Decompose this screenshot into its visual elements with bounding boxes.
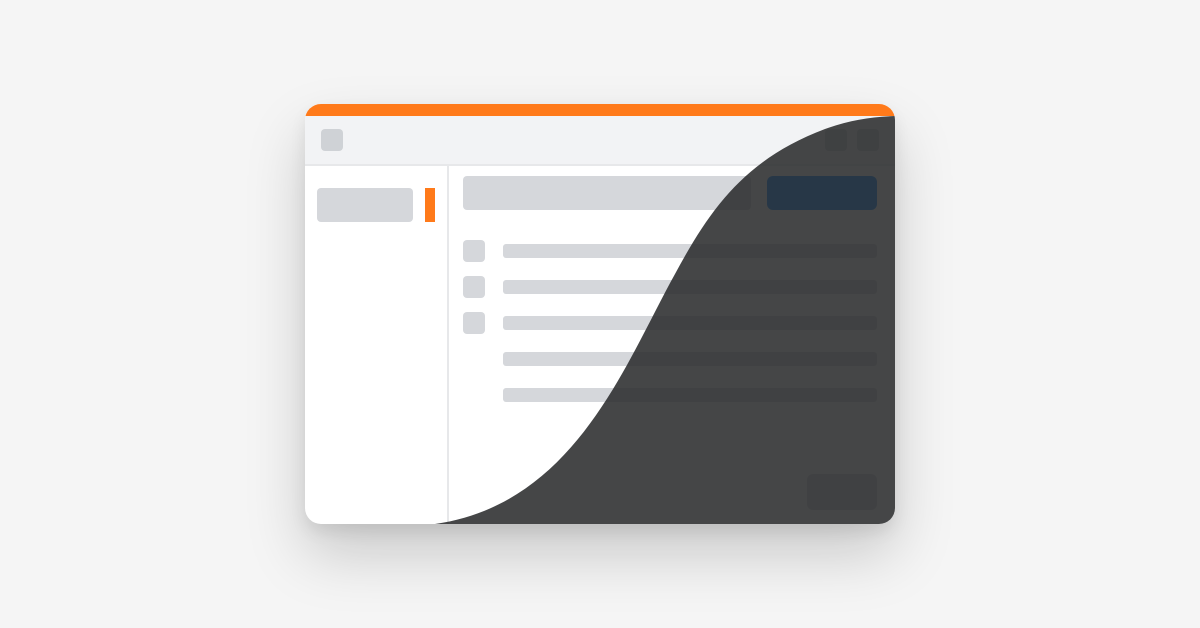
footer-button[interactable] <box>807 474 877 510</box>
list-item-text <box>503 352 877 366</box>
content-area <box>463 176 877 510</box>
sidebar-active-indicator <box>425 188 435 222</box>
list <box>463 240 877 406</box>
titlebar-action-icon[interactable] <box>825 129 847 151</box>
checkbox-icon[interactable] <box>463 240 485 262</box>
list-item-text <box>503 316 877 330</box>
list-item-text <box>503 244 877 258</box>
list-item-text <box>503 388 877 402</box>
window-accent-bar <box>305 104 895 116</box>
titlebar <box>305 116 895 164</box>
sidebar-item[interactable] <box>317 188 413 222</box>
search-input[interactable] <box>463 176 751 210</box>
primary-button[interactable] <box>767 176 877 210</box>
window-control-icon[interactable] <box>321 129 343 151</box>
window-body <box>305 166 895 524</box>
app-window <box>305 104 895 524</box>
illustration-stage <box>0 0 1200 628</box>
content-toolbar <box>463 176 877 210</box>
sidebar <box>305 176 425 524</box>
sidebar-divider <box>447 166 449 524</box>
checkbox-icon[interactable] <box>463 312 485 334</box>
list-item-text <box>503 280 877 294</box>
titlebar-action-icon[interactable] <box>857 129 879 151</box>
list-item[interactable] <box>463 276 877 298</box>
checkbox-icon[interactable] <box>463 276 485 298</box>
list-item[interactable] <box>463 384 877 406</box>
list-item[interactable] <box>463 312 877 334</box>
list-item[interactable] <box>463 348 877 370</box>
list-item[interactable] <box>463 240 877 262</box>
